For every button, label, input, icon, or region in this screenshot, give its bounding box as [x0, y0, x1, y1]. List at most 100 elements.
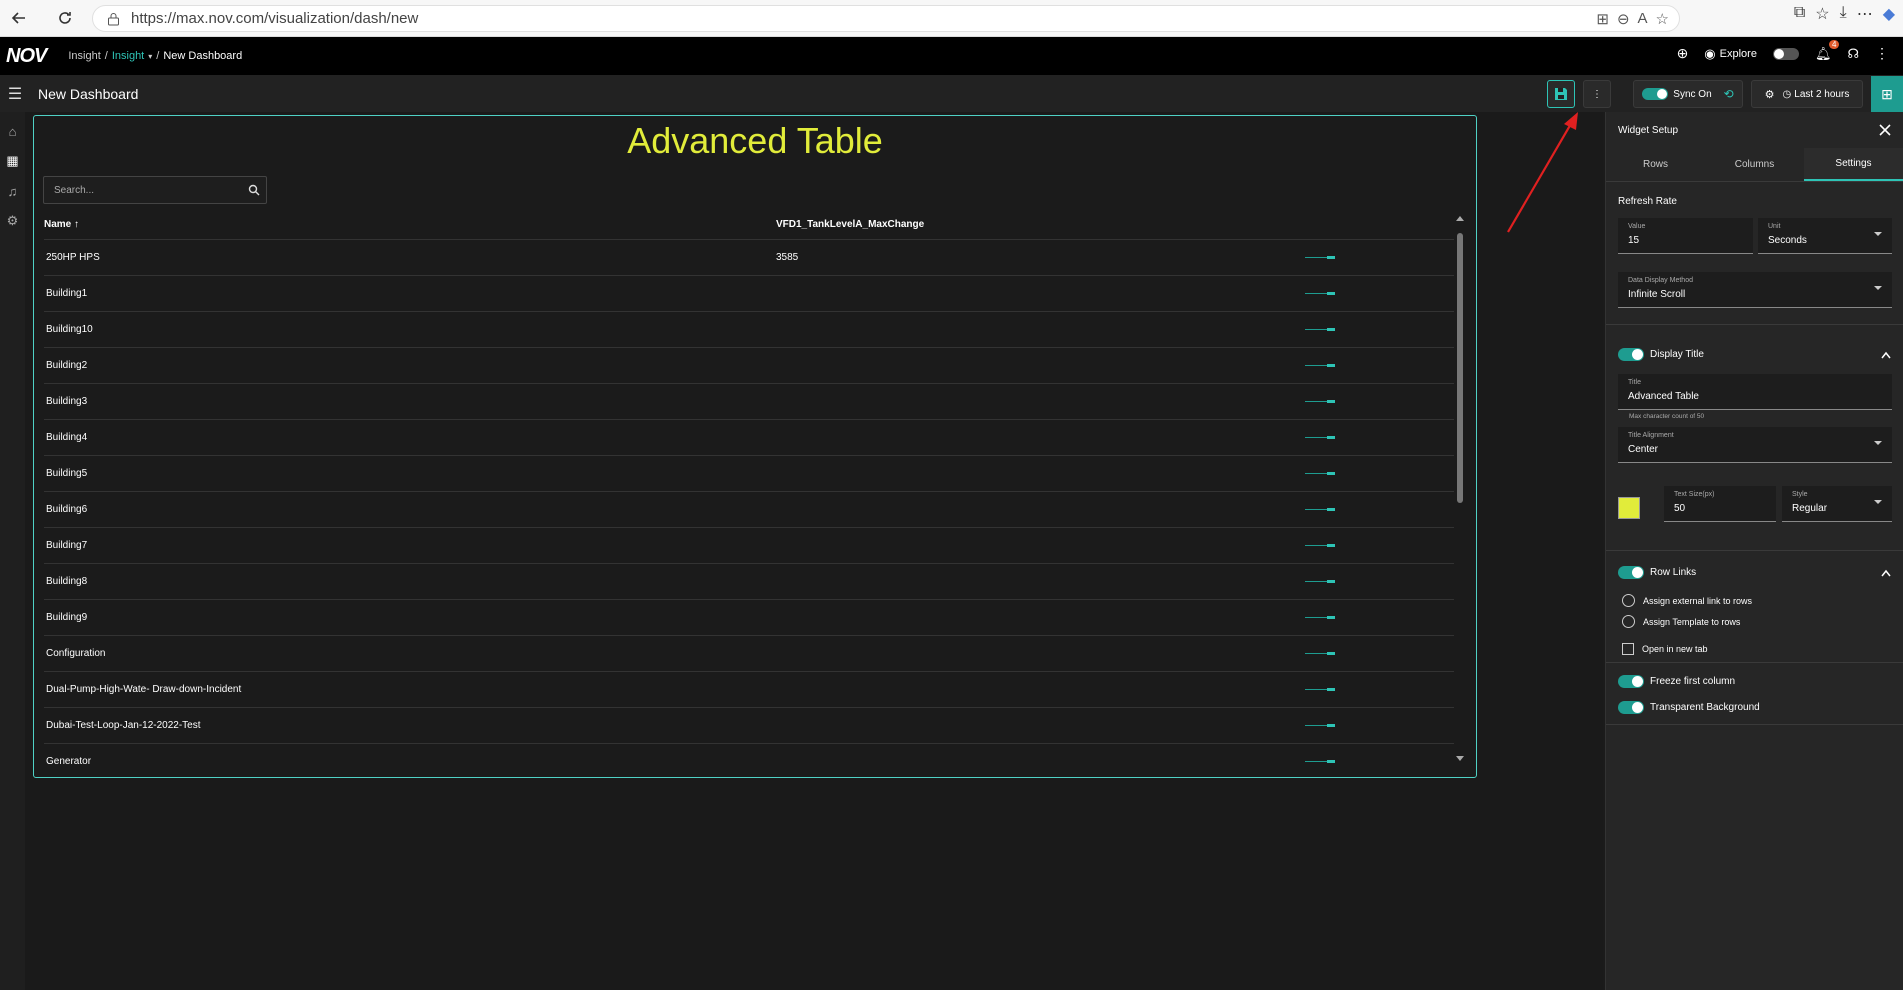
search-input[interactable]	[44, 177, 234, 203]
widget-setup-panel: Widget Setup Rows Columns Settings Refre…	[1605, 112, 1903, 990]
breadcrumb-insight-dropdown[interactable]: Insight	[112, 50, 144, 62]
sync-switch[interactable]	[1642, 88, 1669, 100]
table-row[interactable]: Building10	[44, 312, 1454, 348]
assign-external-radio[interactable]: Assign external link to rows	[1622, 594, 1752, 607]
table-row[interactable]: 250HP HPS 3585	[44, 240, 1454, 276]
save-button[interactable]	[1547, 80, 1575, 108]
sparkline	[1305, 544, 1335, 547]
transparent-background-toggle[interactable]: Transparent Background	[1618, 701, 1760, 714]
sparkline	[1305, 328, 1335, 331]
table-row[interactable]: Building2	[44, 348, 1454, 384]
sort-arrow-up-icon[interactable]: ↑	[74, 219, 79, 230]
cell-name: Building5	[46, 468, 88, 479]
table-row[interactable]: Configuration	[44, 636, 1454, 672]
tab-rows[interactable]: Rows	[1606, 148, 1705, 181]
table-row[interactable]: Dual-Pump-High-Wate- Draw-down-Incident	[44, 672, 1454, 708]
sync-search-icon[interactable]: ⟲	[1724, 87, 1734, 101]
cell-name: Building10	[46, 324, 93, 335]
read-aloud-icon[interactable]: A	[1638, 10, 1648, 28]
style-select[interactable]: Style Regular	[1782, 486, 1892, 522]
chevron-up-icon[interactable]	[1881, 569, 1891, 577]
add-widget-button[interactable]: ⊞	[1871, 76, 1903, 112]
table-row[interactable]: Building3	[44, 384, 1454, 420]
scrollbar-thumb[interactable]	[1457, 233, 1463, 503]
downloads-icon[interactable]: ⤓	[1840, 4, 1847, 24]
app-available-icon[interactable]: ⊞	[1596, 10, 1609, 28]
table-row[interactable]: Dubai-Test-Loop-Jan-12-2022-Test	[44, 708, 1454, 744]
sparkline	[1305, 472, 1335, 475]
refresh-icon[interactable]	[50, 3, 80, 33]
cell-name: Building6	[46, 504, 88, 515]
settings-gear-icon[interactable]: ⚙	[0, 206, 25, 236]
display-title-toggle[interactable]: Display Title	[1618, 348, 1704, 361]
chevron-down-icon[interactable]: ▾	[148, 52, 152, 61]
breadcrumb-insight[interactable]: Insight	[68, 50, 100, 62]
dashboard-icon[interactable]: ▦	[0, 146, 25, 176]
home-icon[interactable]: ⌂	[0, 116, 25, 146]
scroll-down-icon[interactable]	[1454, 754, 1466, 764]
cell-name: Building1	[46, 288, 88, 299]
bell-icon[interactable]: 🔔︎ 4	[1815, 39, 1840, 62]
url-text: https://max.nov.com/visualization/dash/n…	[131, 10, 419, 27]
annotation-arrow	[1507, 112, 1578, 233]
assign-template-radio[interactable]: Assign Template to rows	[1622, 615, 1740, 628]
gear-icon[interactable]: ⚙	[1765, 88, 1775, 101]
column-header-value[interactable]: VFD1_TankLevelA_MaxChange	[776, 219, 924, 230]
title-hint: Max character count of 50	[1629, 413, 1705, 420]
extensions-icon[interactable]: ⧉	[1794, 4, 1805, 24]
table-row[interactable]: Building4	[44, 420, 1454, 456]
back-icon[interactable]	[4, 3, 34, 33]
address-bar[interactable]: https://max.nov.com/visualization/dash/n…	[92, 5, 1680, 32]
column-header-name[interactable]: Name ↑	[44, 219, 79, 230]
row-links-toggle[interactable]: Row Links	[1618, 566, 1696, 579]
alert-bell-icon[interactable]: ♫	[0, 176, 25, 206]
display-method-select[interactable]: Data Display Method Infinite Scroll	[1618, 272, 1892, 308]
table-row[interactable]: Building6	[44, 492, 1454, 528]
dashboard-title: New Dashboard	[38, 85, 139, 102]
table-row[interactable]: Building5	[44, 456, 1454, 492]
table-row[interactable]: Building7	[44, 528, 1454, 564]
theme-toggle[interactable]	[1772, 47, 1799, 60]
advanced-table-widget[interactable]: Advanced Table Name ↑ VFD1_TankLevelA_Ma…	[33, 115, 1477, 778]
kebab-menu-icon[interactable]: ⋮	[1875, 45, 1889, 62]
table-row[interactable]: Building8	[44, 564, 1454, 600]
chevron-up-icon[interactable]	[1881, 351, 1891, 359]
more-icon[interactable]: ⋯	[1857, 4, 1873, 24]
copilot-icon[interactable]: ◆	[1883, 4, 1895, 24]
tab-columns[interactable]: Columns	[1705, 148, 1804, 181]
compass-icon: ◉	[1704, 45, 1716, 61]
support-icon[interactable]: ☊	[1847, 46, 1859, 62]
table-scrollbar[interactable]	[1454, 211, 1466, 766]
freeze-first-column-toggle[interactable]: Freeze first column	[1618, 675, 1735, 688]
title-field[interactable]: Title Advanced Table	[1618, 374, 1892, 410]
nov-logo[interactable]: NOV	[6, 45, 47, 68]
refresh-value-field[interactable]: Value 15	[1618, 218, 1753, 254]
sparkline	[1305, 400, 1335, 403]
explore-button[interactable]: ◉ Explore	[1704, 46, 1757, 62]
unit-select[interactable]: Unit Seconds	[1758, 218, 1892, 254]
lock-icon	[108, 13, 119, 26]
menu-collapse-icon[interactable]: ☰	[0, 84, 30, 104]
chevron-down-icon	[1874, 232, 1882, 236]
time-range-button[interactable]: ⚙ ◷ Last 2 hours	[1751, 80, 1863, 108]
tab-settings[interactable]: Settings	[1804, 148, 1903, 181]
favorite-star-icon[interactable]: ☆	[1656, 10, 1669, 28]
open-new-tab-checkbox[interactable]: Open in new tab	[1622, 643, 1708, 655]
more-options-button[interactable]: ⋮	[1583, 80, 1611, 108]
cell-name: Building8	[46, 576, 88, 587]
zoom-icon[interactable]: ⊖	[1617, 10, 1630, 28]
title-alignment-select[interactable]: Title Alignment Center	[1618, 427, 1892, 463]
sparkline	[1305, 616, 1335, 619]
close-icon[interactable]	[1879, 124, 1891, 136]
favorites-icon[interactable]: ☆	[1815, 4, 1829, 24]
table-row[interactable]: Generator	[44, 744, 1454, 765]
table-row[interactable]: Building9	[44, 600, 1454, 636]
scroll-up-icon[interactable]	[1454, 213, 1466, 223]
title-color-swatch[interactable]	[1618, 497, 1640, 519]
sync-toggle[interactable]: Sync On ⟲	[1633, 80, 1743, 108]
table-row[interactable]: Building1	[44, 276, 1454, 312]
download-circle-icon[interactable]: ⊕	[1677, 45, 1689, 62]
search-icon[interactable]	[248, 184, 260, 196]
text-size-field[interactable]: Text Size(px) 50	[1664, 486, 1776, 522]
cell-name: Building3	[46, 396, 88, 407]
